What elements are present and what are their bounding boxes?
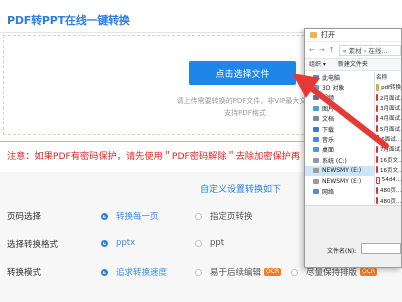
arrow-shaft — [303, 81, 389, 149]
pointer-arrow-icon — [292, 73, 389, 149]
